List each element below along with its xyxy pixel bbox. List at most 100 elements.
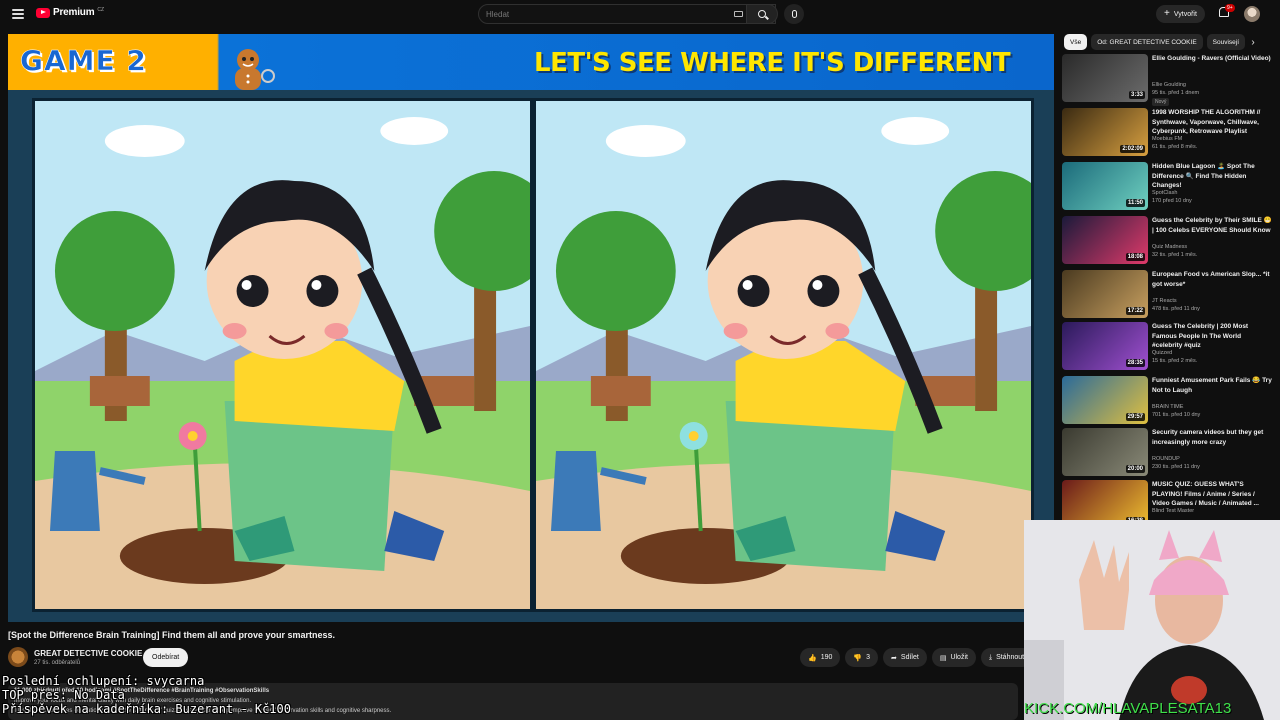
- recommended-video-channel[interactable]: ROUNDUP: [1152, 456, 1180, 462]
- recommended-video-title[interactable]: 1998 WORSHIP THE ALGORITHM // Synthwave,…: [1152, 108, 1272, 136]
- dislike-count: 3: [866, 654, 871, 661]
- right-scene-illustration: [536, 101, 1031, 609]
- video-duration: 28:35: [1125, 359, 1145, 367]
- notification-badge: 9+: [1225, 4, 1235, 12]
- share-button[interactable]: ➦ Sdílet: [883, 648, 927, 667]
- microphone-icon: [791, 10, 797, 18]
- recommended-video-title[interactable]: Guess the Celebrity by Their SMILE 😁 | 1…: [1152, 216, 1272, 235]
- video-duration: 29:57: [1125, 413, 1145, 421]
- recommended-video-meta: 32 tis. před 1 měs.: [1152, 252, 1198, 258]
- save-icon: ▤: [939, 654, 947, 662]
- menu-icon[interactable]: [12, 9, 24, 19]
- share-label: Sdílet: [900, 654, 919, 661]
- kick-channel-url: KICK.COM/HLAVAPLESATA13: [1024, 700, 1232, 717]
- new-badge: Nový: [1152, 98, 1170, 106]
- recommended-video-title[interactable]: Guess The Celebrity | 200 Most Famous Pe…: [1152, 322, 1272, 350]
- gingerbread-cookie-icon: [235, 49, 275, 90]
- streamer-webcam-image: [1024, 520, 1280, 720]
- top-bar: Premium CZ + Vytvořit 9+: [0, 0, 1280, 28]
- chip-from-channel[interactable]: Od: GREAT DETECTIVE COOKIE: [1091, 34, 1203, 50]
- country-code: CZ: [97, 6, 105, 13]
- right-picture: [536, 101, 1031, 609]
- recommended-video-channel[interactable]: JT Reacts: [1152, 298, 1177, 304]
- recommended-video-channel[interactable]: Quiz Madness: [1152, 244, 1187, 250]
- overlay-donation: Příspěvek na kadeřníka: Buzerant - Kč100: [2, 702, 291, 716]
- video-thumbnail[interactable]: 11:50: [1062, 162, 1148, 210]
- video-thumbnail[interactable]: 17:22: [1062, 270, 1148, 318]
- like-button[interactable]: 👍 190: [800, 648, 841, 667]
- account-avatar[interactable]: [1244, 6, 1260, 22]
- video-duration: 20:00: [1125, 465, 1145, 473]
- video-duration: 17:22: [1125, 307, 1145, 315]
- overlay-top: TOP přes: No Data: [2, 688, 125, 702]
- video-thumbnail[interactable]: 3:33: [1062, 54, 1148, 102]
- youtube-logo[interactable]: Premium CZ: [36, 7, 104, 18]
- create-button[interactable]: + Vytvořit: [1156, 5, 1205, 23]
- recommended-video-title[interactable]: Funniest Amusement Park Fails 😂 Try Not …: [1152, 376, 1272, 395]
- recommended-video[interactable]: 28:35 Guess The Celebrity | 200 Most Famo…: [1062, 322, 1276, 373]
- logo-text: Premium: [53, 7, 95, 18]
- recommended-video[interactable]: 17:22 European Food vs American Slop... *…: [1062, 270, 1276, 321]
- video-duration: 2:02:09: [1120, 145, 1145, 153]
- recommended-video-title[interactable]: Security camera videos but they get incr…: [1152, 428, 1272, 447]
- recommended-video-title[interactable]: MUSIC QUIZ: GUESS WHAT'S PLAYING! Films …: [1152, 480, 1272, 508]
- thumbs-up-icon: 👍: [808, 654, 817, 662]
- recommended-video-title[interactable]: Hidden Blue Lagoon 🏝️ Spot The Differenc…: [1152, 162, 1272, 190]
- video-thumbnail[interactable]: 18:08: [1062, 216, 1148, 264]
- youtube-play-icon: [36, 7, 50, 18]
- recommended-video-meta: 701 tis. před 10 dny: [1152, 412, 1201, 418]
- overlay-last-trim: Poslední ochlupení: svycarna: [2, 674, 205, 688]
- video-thumbnail[interactable]: 28:35: [1062, 322, 1148, 370]
- recommended-video-channel[interactable]: Quizzed: [1152, 350, 1172, 356]
- recommended-video-meta: 95 tis. před 1 dnem: [1152, 90, 1200, 96]
- search-box: [478, 4, 776, 24]
- recommended-video-channel[interactable]: Blind Test Master: [1152, 508, 1194, 514]
- left-scene-illustration: [35, 101, 530, 609]
- video-thumbnail[interactable]: 29:57: [1062, 376, 1148, 424]
- video-thumbnail[interactable]: 20:00: [1062, 428, 1148, 476]
- recommended-video[interactable]: 2:02:09 1998 WORSHIP THE ALGORITHM // Syn…: [1062, 108, 1276, 159]
- video-thumbnail[interactable]: 2:02:09: [1062, 108, 1148, 156]
- video-player[interactable]: GAME 2 LET'S SEE WHERE IT'S DIFFERENT: [8, 34, 1054, 622]
- video-actions: 👍 190 👎 3 ➦ Sdílet ▤ Uložit ⤓ Stáhnout: [800, 648, 1033, 667]
- chip-related[interactable]: Souvisejí: [1206, 34, 1246, 50]
- recommended-video-title[interactable]: Ellie Goulding - Ravers (Official Video): [1152, 54, 1272, 64]
- banner-title: LET'S SEE WHERE IT'S DIFFERENT: [534, 48, 1011, 78]
- recommended-video-channel[interactable]: Moebius FM: [1152, 136, 1182, 142]
- create-label: Vytvořit: [1173, 10, 1197, 18]
- webcam-overlay: [1024, 520, 1280, 720]
- subscribe-button[interactable]: Odebírat: [143, 648, 189, 667]
- recommended-video[interactable]: 3:33 Ellie Goulding - Ravers (Official Vi…: [1062, 54, 1276, 106]
- voice-search-button[interactable]: [784, 4, 804, 24]
- left-picture: [35, 101, 530, 609]
- search-input[interactable]: [486, 9, 716, 19]
- video-duration: 3:33: [1128, 91, 1145, 99]
- save-button[interactable]: ▤ Uložit: [931, 648, 976, 667]
- recommended-video-title[interactable]: European Food vs American Slop... *it go…: [1152, 270, 1272, 289]
- recommended-video-channel[interactable]: BRAIN TIME: [1152, 404, 1183, 410]
- recommended-video[interactable]: 18:08 Guess the Celebrity by Their SMILE …: [1062, 216, 1276, 267]
- channel-subscribers: 27 tis. odběratelů: [34, 660, 81, 666]
- video-title: [Spot the Difference Brain Training] Fin…: [8, 630, 336, 640]
- filter-chips: Vše Od: GREAT DETECTIVE COOKIE Souvisejí: [1064, 34, 1274, 50]
- download-label: Stáhnout: [996, 654, 1025, 661]
- recommended-video[interactable]: 20:00 Security camera videos but they get…: [1062, 428, 1276, 479]
- channel-avatar[interactable]: [8, 647, 28, 667]
- chevron-right-icon[interactable]: ›: [1246, 35, 1260, 49]
- search-button[interactable]: [746, 4, 778, 24]
- recommended-video-meta: 15 tis. před 2 měs.: [1152, 358, 1198, 364]
- recommended-video-channel[interactable]: SpotClash: [1152, 190, 1177, 196]
- keyboard-icon[interactable]: [734, 11, 743, 17]
- recommended-video[interactable]: 11:50 Hidden Blue Lagoon 🏝️ Spot The Diff…: [1062, 162, 1276, 213]
- recommended-video[interactable]: 29:57 Funniest Amusement Park Fails 😂 Try…: [1062, 376, 1276, 427]
- recommended-video-channel[interactable]: Ellie Goulding: [1152, 82, 1186, 88]
- save-label: Uložit: [950, 654, 968, 661]
- video-duration: 11:50: [1125, 199, 1145, 207]
- recommended-video-meta: 61 tis. před 8 měs.: [1152, 144, 1198, 150]
- thumbs-down-icon: 👎: [853, 654, 863, 662]
- plus-icon: +: [1164, 8, 1170, 19]
- chip-all[interactable]: Vše: [1064, 34, 1088, 50]
- dislike-button[interactable]: 👎 3: [845, 648, 879, 667]
- banner-game-label: GAME 2: [20, 44, 147, 78]
- channel-name[interactable]: GREAT DETECTIVE COOKIE: [34, 649, 142, 658]
